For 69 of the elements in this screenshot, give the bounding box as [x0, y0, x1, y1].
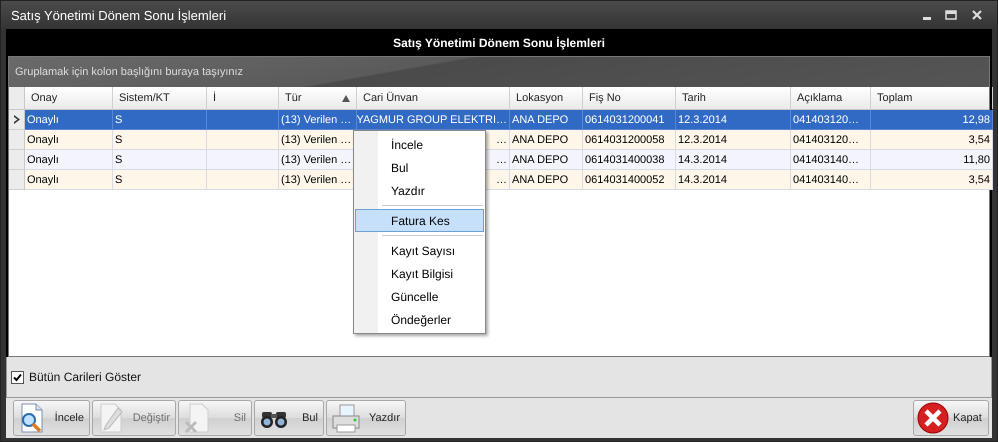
table-cell	[207, 110, 279, 130]
column-header[interactable]: Açıklama	[791, 87, 871, 109]
table-cell: 12.3.2014	[676, 110, 791, 130]
column-header[interactable]: Onay	[25, 87, 113, 109]
menu-item[interactable]: Kayıt Bilgisi	[355, 262, 484, 285]
group-hint: Gruplamak için kolon başlığını buraya taşıyınız	[15, 66, 244, 78]
column-header[interactable]: Lokasyon	[510, 87, 583, 109]
table-cell: 041403120…	[791, 130, 871, 150]
row-pointer-icon	[14, 115, 20, 124]
printer-icon	[330, 402, 360, 434]
sort-up-icon	[342, 94, 350, 102]
toolbar-button[interactable]: İncele	[13, 400, 90, 436]
close-icon	[971, 9, 983, 21]
minimize-icon	[923, 17, 931, 20]
column-header[interactable]: İ	[207, 87, 279, 109]
table-cell: 041403140…	[791, 150, 871, 170]
menu-item[interactable]: Öndeğerler	[355, 308, 484, 331]
table-cell: ANA DEPO	[510, 110, 583, 130]
column-header[interactable]: Tür	[279, 87, 357, 109]
checkbox[interactable]	[11, 370, 24, 384]
check-icon	[13, 372, 22, 382]
table-cell: Onaylı	[25, 170, 113, 190]
column-header[interactable]: Fiş No	[583, 87, 676, 109]
header-title: Satış Yönetimi Dönem Sonu İşlemleri	[393, 36, 605, 50]
table-cell: 14.3.2014	[676, 170, 791, 190]
window-title: Satış Yönetimi Dönem Sonu İşlemleri	[11, 8, 228, 22]
table-cell: ANA DEPO	[510, 150, 583, 170]
toolbar-button[interactable]: Yazdır	[326, 400, 406, 436]
column-header[interactable]: Toplam	[871, 87, 993, 109]
table-cell: 12,98	[871, 110, 993, 130]
table-cell: 3,54	[871, 170, 993, 190]
column-header[interactable]: Tarih	[676, 87, 791, 109]
maximize-button[interactable]	[945, 9, 957, 21]
table-cell	[207, 170, 279, 190]
close-button[interactable]	[971, 9, 983, 21]
table-cell: (13) Verilen …	[279, 110, 357, 130]
table-cell: Onaylı	[25, 150, 113, 170]
menu-item[interactable]: Güncelle	[355, 285, 484, 308]
maximize-icon	[945, 9, 957, 21]
table-cell: 0614031400052	[583, 170, 676, 190]
table-cell: 14.3.2014	[676, 150, 791, 170]
table-cell: Onaylı	[25, 110, 113, 130]
column-header[interactable]: Cari Ünvan	[357, 87, 510, 109]
table-cell: Onaylı	[25, 130, 113, 150]
column-header[interactable]: Sistem/KT	[113, 87, 207, 109]
table-cell	[207, 130, 279, 150]
close-icon	[917, 402, 949, 434]
table-cell: 3,54	[871, 130, 993, 150]
table-cell: 041403120…	[791, 110, 871, 130]
table-cell: S	[113, 150, 207, 170]
table-cell: S	[113, 130, 207, 150]
table-cell: S	[113, 110, 207, 130]
checkbox-label: Bütün Carileri Göster	[29, 370, 142, 384]
table-cell: 0614031200058	[583, 130, 676, 150]
table-cell: 0614031200041	[583, 110, 676, 130]
row-indicator[interactable]	[9, 110, 25, 130]
table-cell: 12.3.2014	[676, 130, 791, 150]
table-cell: ANA DEPO	[510, 130, 583, 150]
table-cell: 11,80	[871, 150, 993, 170]
table-cell: S	[113, 170, 207, 190]
table-cell: ANA DEPO	[510, 170, 583, 190]
close-button[interactable]: Kapat	[913, 400, 989, 436]
table-cell: 041403140…	[791, 170, 871, 190]
menu-item[interactable]: Fatura Kes	[355, 209, 484, 232]
toolbar-button[interactable]: Bul	[254, 400, 324, 436]
table-cell: 0614031400038	[583, 150, 676, 170]
table-cell	[207, 150, 279, 170]
table-cell: YAGMUR GROUP ELEKTRI…	[357, 110, 510, 130]
menu-item[interactable]: Kayıt Sayısı	[355, 239, 484, 262]
